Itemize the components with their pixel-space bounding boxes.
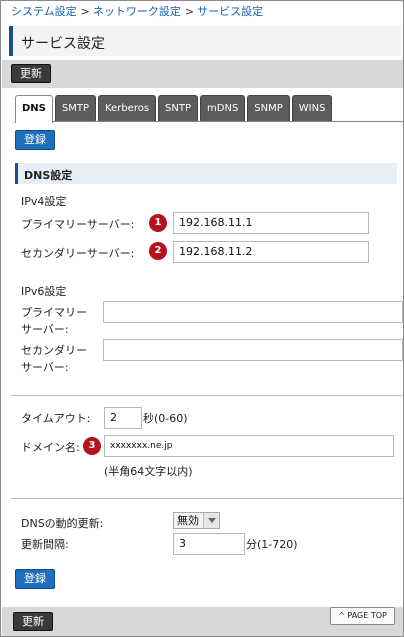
- ipv6-secondary-label-line2: サーバー:: [21, 361, 69, 374]
- domain-name-input[interactable]: xxxxxxx.ne.jp: [104, 435, 394, 457]
- ipv4-secondary-label: セカンダリーサーバー:: [21, 247, 135, 260]
- ipv6-primary-label-line2: サーバー:: [21, 323, 69, 336]
- dns-dynamic-update-select[interactable]: 無効: [173, 512, 220, 529]
- divider: [11, 498, 403, 499]
- service-settings-window: システム設定 > ネットワーク設定 > サービス設定 サービス設定 更新 DNS SMT…: [0, 0, 404, 637]
- breadcrumb-separator: >: [80, 5, 90, 18]
- register-button-bottom[interactable]: 登録: [15, 569, 55, 589]
- update-interval-unit: 分(1-720): [246, 538, 298, 551]
- breadcrumb-system-settings[interactable]: システム設定: [11, 5, 77, 18]
- section-title: DNS設定: [24, 169, 73, 182]
- ipv4-heading: IPv4設定: [21, 195, 67, 208]
- tab-wins[interactable]: WINS: [291, 95, 333, 122]
- callout-badge-3: 3: [83, 437, 101, 455]
- ipv6-secondary-server-input[interactable]: [103, 339, 403, 361]
- tab-mdns[interactable]: mDNS: [200, 95, 246, 122]
- update-interval-input[interactable]: 3: [173, 533, 245, 555]
- top-toolbar: 更新: [2, 60, 403, 88]
- tab-snmp[interactable]: SNMP: [247, 95, 290, 122]
- tab-smtp[interactable]: SMTP: [54, 95, 96, 122]
- breadcrumb-separator: >: [184, 5, 195, 18]
- chevron-up-icon: ^: [338, 611, 345, 620]
- dns-dynamic-update-selected: 無効: [177, 514, 199, 527]
- ipv4-primary-label: プライマリーサーバー:: [21, 218, 135, 231]
- domain-label: ドメイン名:: [21, 441, 80, 454]
- tab-underline: [15, 121, 403, 122]
- chevron-down-icon: [203, 513, 219, 528]
- callout-badge-2: 2: [149, 242, 167, 260]
- dns-dynamic-update-label: DNSの動的更新:: [21, 517, 104, 530]
- update-button-top[interactable]: 更新: [11, 64, 51, 83]
- ipv4-secondary-server-input[interactable]: 192.168.11.2: [173, 241, 369, 263]
- service-tabs: DNS SMTP Kerberos SNTP mDNS SNMP WINS: [15, 95, 334, 123]
- ipv6-primary-server-input[interactable]: [103, 301, 403, 323]
- timeout-input[interactable]: 2: [104, 407, 142, 429]
- timeout-label: タイムアウト:: [21, 412, 91, 425]
- tab-sntp[interactable]: SNTP: [158, 95, 199, 122]
- page-title-bar: サービス設定: [9, 26, 401, 56]
- ipv6-primary-label-line1: プライマリー: [21, 306, 87, 319]
- domain-hint: (半角64文字以内): [104, 465, 193, 478]
- tab-dns[interactable]: DNS: [15, 95, 53, 123]
- timeout-unit: 秒(0-60): [143, 412, 188, 425]
- breadcrumb-service-settings[interactable]: サービス設定: [197, 5, 263, 18]
- breadcrumb-network-settings[interactable]: ネットワーク設定: [93, 5, 181, 18]
- page-top-button[interactable]: ^ PAGE TOP: [330, 607, 395, 625]
- breadcrumb: システム設定 > ネットワーク設定 > サービス設定: [11, 3, 263, 19]
- divider: [11, 395, 403, 396]
- page-title: サービス設定: [21, 36, 105, 52]
- ipv6-heading: IPv6設定: [21, 285, 67, 298]
- page-top-label: PAGE TOP: [347, 611, 387, 620]
- register-button-top[interactable]: 登録: [15, 130, 55, 150]
- dns-settings-section-header: DNS設定: [15, 163, 397, 184]
- ipv6-secondary-label-line1: セカンダリー: [21, 344, 87, 357]
- ipv4-primary-server-input[interactable]: 192.168.11.1: [173, 212, 369, 234]
- tab-kerberos[interactable]: Kerberos: [98, 95, 157, 122]
- update-button-bottom[interactable]: 更新: [13, 612, 53, 631]
- callout-badge-1: 1: [149, 214, 167, 232]
- update-interval-label: 更新間隔:: [21, 538, 69, 551]
